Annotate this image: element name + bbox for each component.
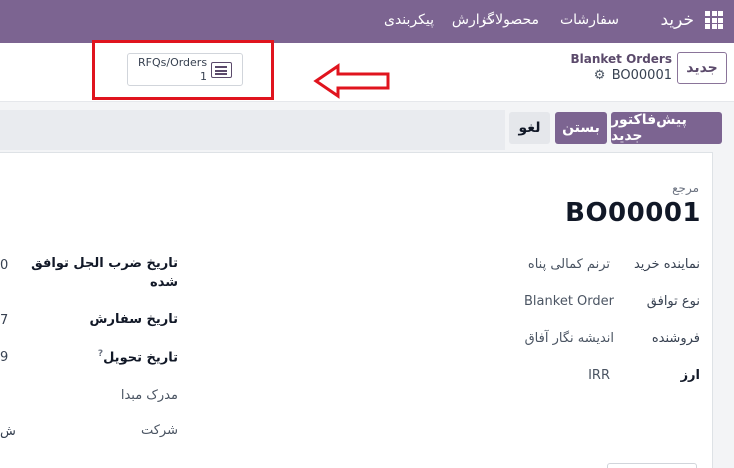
delivery-date-value[interactable]: 9 bbox=[0, 350, 8, 365]
statusbar-left-area bbox=[0, 110, 505, 150]
reference-label: مرجع bbox=[672, 181, 699, 195]
gear-icon[interactable]: ⚙ bbox=[594, 69, 606, 82]
breadcrumb-current: ⚙ BO00001 bbox=[594, 68, 672, 83]
vendor-label: فروشنده bbox=[651, 331, 700, 346]
deadline-label-line2: شده bbox=[150, 275, 178, 290]
purchase-rep-label: نماینده خرید bbox=[633, 257, 700, 272]
menu-orders[interactable]: سفارشات bbox=[560, 12, 619, 28]
purchase-rep-value[interactable]: ترنم کمالی پناه bbox=[528, 257, 610, 272]
deadline-value[interactable]: 0 bbox=[0, 258, 8, 273]
close-button[interactable]: بستن bbox=[555, 112, 607, 144]
deadline-label: تاریخ ضرب الجل توافق bbox=[31, 256, 178, 271]
apps-grid-icon[interactable] bbox=[705, 11, 723, 29]
top-navbar: خرید سفارشات محصولات گزارش پیکربندی bbox=[0, 0, 734, 43]
annotation-arrow-icon bbox=[313, 63, 390, 99]
cancel-button[interactable]: لغو bbox=[509, 112, 550, 144]
breadcrumb-current-label: BO00001 bbox=[611, 68, 672, 83]
source-document-label: مدرک مبدا bbox=[120, 388, 178, 403]
breadcrumb-parent[interactable]: Blanket Orders bbox=[570, 52, 672, 66]
reference-value: BO00001 bbox=[565, 198, 701, 228]
new-quotation-button[interactable]: پیش‌فاکتور جدید bbox=[611, 112, 722, 144]
notebook-tab[interactable] bbox=[607, 463, 697, 468]
menu-configuration[interactable]: پیکربندی bbox=[384, 12, 434, 28]
agreement-type-value[interactable]: Blanket Order bbox=[524, 294, 614, 309]
vendor-value[interactable]: اندیشه نگار آفاق bbox=[525, 331, 614, 346]
currency-value[interactable]: IRR bbox=[588, 368, 610, 383]
currency-label: ارز bbox=[680, 368, 700, 383]
delivery-date-label-text: تاریخ تحویل bbox=[103, 350, 178, 366]
annotation-highlight-box bbox=[92, 40, 274, 100]
order-date-value[interactable]: 7 bbox=[0, 313, 8, 328]
company-value[interactable]: ش bbox=[0, 424, 16, 439]
delivery-date-label: تاریخ تحویل? bbox=[98, 349, 178, 365]
agreement-type-label: نوع توافق bbox=[646, 294, 700, 309]
order-date-label: تاریخ سفارش bbox=[89, 312, 178, 327]
new-button[interactable]: جدید bbox=[677, 52, 727, 84]
company-label: شرکت bbox=[140, 423, 178, 438]
menu-reporting[interactable]: گزارش bbox=[452, 12, 494, 28]
app-title[interactable]: خرید bbox=[660, 10, 694, 30]
